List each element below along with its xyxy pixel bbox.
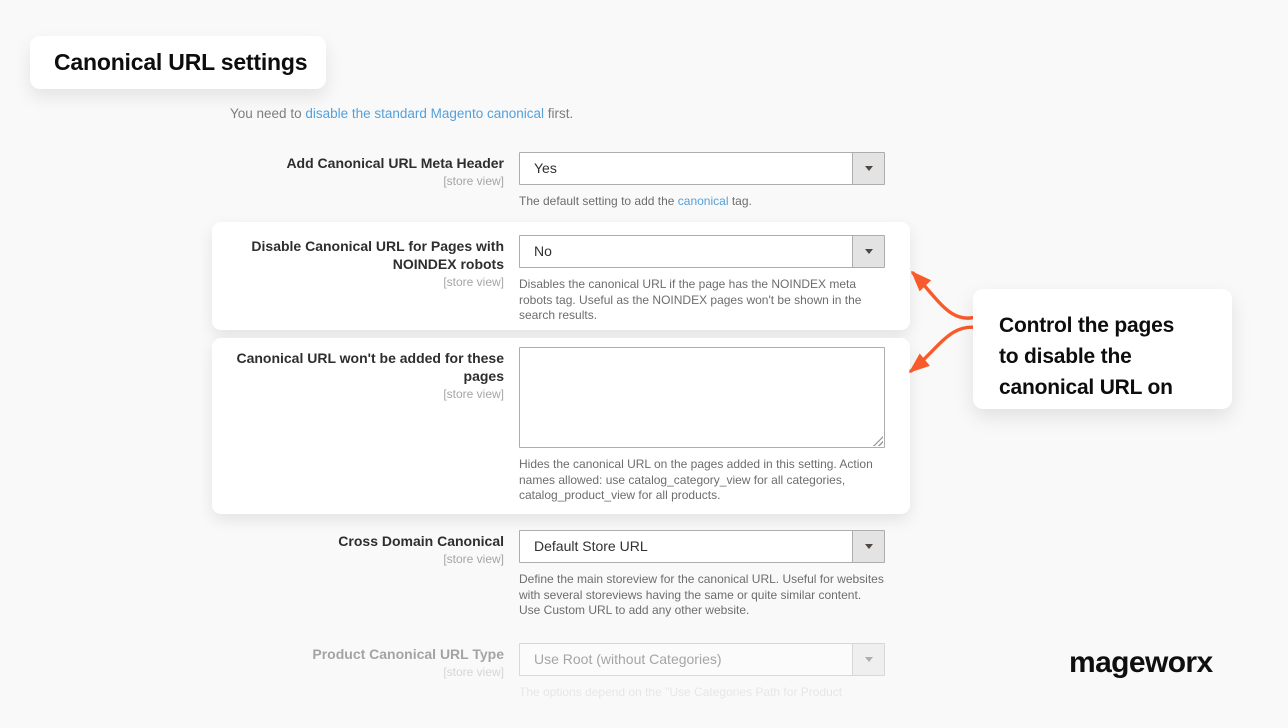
meta-header-select-value: Yes [520, 153, 884, 184]
chevron-down-icon [865, 657, 873, 662]
field-row-cross-domain-canonical: Cross Domain Canonical [store view] Defa… [212, 530, 910, 619]
field-note: The options depend on the "Use Categorie… [519, 685, 885, 701]
canonical-tag-link[interactable]: canonical [678, 194, 729, 208]
field-scope: [store view] [212, 387, 504, 402]
field-scope: [store view] [212, 665, 504, 680]
highlight-card-disable-noindex: Disable Canonical URL for Pages with NOI… [212, 222, 910, 330]
field-label-block: Disable Canonical URL for Pages with NOI… [212, 235, 504, 324]
chevron-down-icon [865, 544, 873, 549]
field-row-product-canonical-url-type: Product Canonical URL Type [store view] … [212, 643, 910, 701]
field-scope: [store view] [212, 275, 504, 290]
field-note: The default setting to add the canonical… [519, 194, 885, 210]
field-label: Disable Canonical URL for Pages with NOI… [212, 237, 504, 273]
cross-domain-select[interactable]: Default Store URL [519, 530, 885, 563]
disable-noindex-select-button[interactable] [852, 236, 884, 267]
field-label: Add Canonical URL Meta Header [212, 154, 504, 172]
note-text: tag. [728, 194, 751, 208]
disable-noindex-select[interactable]: No [519, 235, 885, 268]
field-note: Hides the canonical URL on the pages add… [519, 457, 885, 504]
field-label-block: Product Canonical URL Type [store view] [212, 643, 504, 701]
product-url-type-select-value: Use Root (without Categories) [520, 644, 884, 675]
annotation-line: to disable the [999, 341, 1218, 372]
product-url-type-select-button[interactable] [852, 644, 884, 675]
cross-domain-select-value: Default Store URL [520, 531, 884, 562]
field-scope: [store view] [212, 174, 504, 189]
field-label-block: Canonical URL won't be added for these p… [212, 347, 504, 504]
chevron-down-icon [865, 249, 873, 254]
field-note: Define the main storeview for the canoni… [519, 572, 885, 619]
field-label: Product Canonical URL Type [212, 645, 504, 663]
product-url-type-select[interactable]: Use Root (without Categories) [519, 643, 885, 676]
arrow-to-noindex-field [913, 273, 979, 318]
field-row-add-canonical-meta-header: Add Canonical URL Meta Header [store vie… [212, 152, 910, 210]
settings-form: Add Canonical URL Meta Header [store vie… [212, 0, 910, 728]
field-note: Disables the canonical URL if the page h… [519, 277, 885, 324]
cross-domain-select-button[interactable] [852, 531, 884, 562]
field-label: Canonical URL won't be added for these p… [212, 349, 504, 385]
field-label-block: Add Canonical URL Meta Header [store vie… [212, 152, 504, 210]
mageworx-logo: mageworx [1069, 646, 1213, 680]
field-scope: [store view] [212, 552, 504, 567]
excluded-pages-textarea[interactable] [519, 347, 885, 448]
chevron-down-icon [865, 166, 873, 171]
arrow-to-pages-field [911, 327, 979, 371]
field-label: Cross Domain Canonical [212, 532, 504, 550]
meta-header-select-button[interactable] [852, 153, 884, 184]
field-label-block: Cross Domain Canonical [store view] [212, 530, 504, 619]
meta-header-select[interactable]: Yes [519, 152, 885, 185]
note-text: The default setting to add the [519, 194, 678, 208]
annotation-card: Control the pages to disable the canonic… [973, 289, 1232, 409]
highlight-card-excluded-pages: Canonical URL won't be added for these p… [212, 338, 910, 514]
annotation-line: Control the pages [999, 310, 1218, 341]
annotation-line: canonical URL on [999, 372, 1218, 403]
disable-noindex-select-value: No [520, 236, 884, 267]
